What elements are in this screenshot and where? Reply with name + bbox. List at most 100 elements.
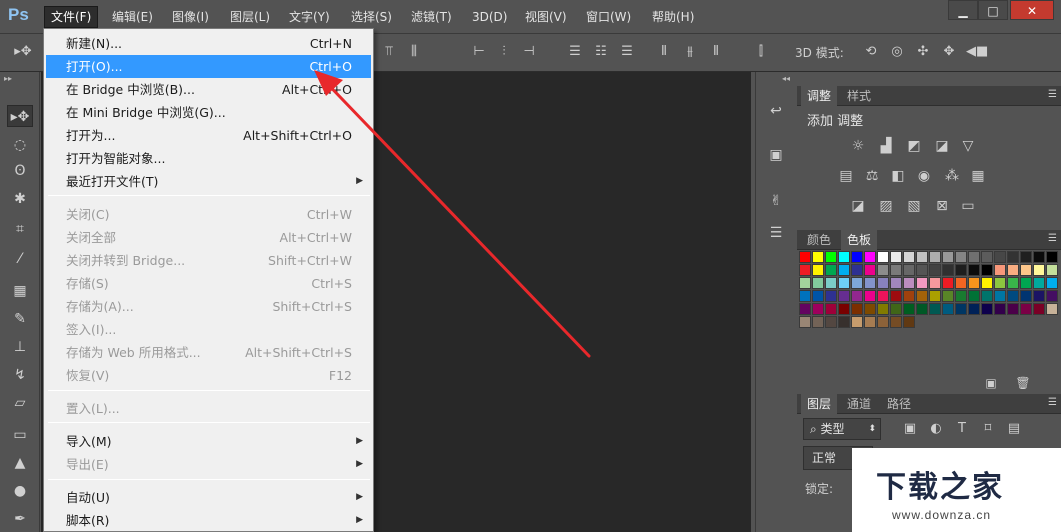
file-menu-item[interactable]: 存储为(A)... Shift+Ctrl+S [46,295,371,318]
file-menu-item[interactable]: 置入(L)... [46,397,371,420]
menu-select[interactable]: 选择(S) [345,6,398,28]
color-swatch[interactable] [955,303,967,315]
tab-channels[interactable]: 通道 [841,394,877,414]
file-menu-item[interactable]: 恢复(V) F12 [46,364,371,387]
menu-layer[interactable]: 图层(L) [224,6,276,28]
color-swatch[interactable] [981,264,993,276]
color-swatch[interactable] [864,290,876,302]
color-swatch[interactable] [929,277,941,289]
color-swatch[interactable] [968,264,980,276]
3d-rotate-icon[interactable]: ⟲ [862,43,880,61]
menu-help[interactable]: 帮助(H) [646,6,700,28]
color-swatch[interactable] [1020,264,1032,276]
collapse-dock-icon[interactable]: ◂◂ [782,74,790,83]
pen-tool-icon[interactable]: ✒ [7,508,33,530]
panel-menu-icon[interactable]: ☰ [1048,397,1057,408]
distribute-hcenter-icon[interactable]: ⫵ [681,43,699,61]
file-menu-item[interactable]: 关闭(C) Ctrl+W [46,203,371,226]
file-menu-item[interactable]: 导入(M) ▶ [46,430,371,453]
color-swatch[interactable] [838,316,850,328]
align-hcenter-icon[interactable]: ⫶ [495,43,513,61]
color-swatch[interactable] [851,251,863,263]
color-lookup-icon[interactable]: ▦ [967,166,989,186]
marquee-tool-icon[interactable]: ◌ [7,134,33,156]
color-swatch[interactable] [1033,251,1045,263]
pixel-filter-icon[interactable]: ▣ [901,420,919,438]
color-swatch[interactable] [825,251,837,263]
color-swatch[interactable] [877,277,889,289]
color-swatch[interactable] [916,290,928,302]
color-swatch[interactable] [799,290,811,302]
dodge-tool-icon[interactable]: ● [7,480,33,502]
color-swatch[interactable] [1020,290,1032,302]
color-swatch[interactable] [825,264,837,276]
distribute-bottom-icon[interactable]: ☰ [618,43,636,61]
clone-stamp-tool-icon[interactable]: ⊥ [7,336,33,358]
menu-edit[interactable]: 编辑(E) [106,6,159,28]
color-swatch[interactable] [851,303,863,315]
color-swatch[interactable] [929,251,941,263]
exposure-icon[interactable]: ◪ [931,136,953,156]
crop-tool-icon[interactable]: ⌗ [7,218,33,240]
align-vcenter-icon[interactable]: ⫼ [405,43,423,61]
color-swatch[interactable] [838,277,850,289]
color-swatch[interactable] [851,316,863,328]
file-menu-item[interactable]: 关闭全部 Alt+Ctrl+W [46,226,371,249]
channel-mixer-icon[interactable]: ⁂ [941,166,963,186]
selective-color-icon[interactable]: ⊠ [931,196,953,216]
color-swatch[interactable] [877,316,889,328]
color-swatch[interactable] [825,277,837,289]
eyedropper-tool-icon[interactable]: ⁄ [7,248,33,270]
menu-filter[interactable]: 滤镜(T) [405,6,458,28]
color-swatch[interactable] [864,316,876,328]
invert-icon[interactable]: ◪ [847,196,869,216]
color-swatch[interactable] [1046,303,1058,315]
color-swatch[interactable] [890,303,902,315]
tab-swatches[interactable]: 色板 [841,230,878,250]
color-swatch[interactable] [812,316,824,328]
color-swatch[interactable] [890,277,902,289]
menu-view[interactable]: 视图(V) [519,6,573,28]
color-swatch[interactable] [955,264,967,276]
3d-drag-icon[interactable]: ✣ [914,43,932,61]
color-swatch[interactable] [981,290,993,302]
color-swatch[interactable] [1033,277,1045,289]
move-tool-preset-icon[interactable]: ▸✥ [14,43,32,61]
color-swatch[interactable] [1007,264,1019,276]
menu-file[interactable]: 文件(F) [44,6,99,28]
color-swatch[interactable] [799,251,811,263]
blur-tool-icon[interactable]: ▲ [7,452,33,474]
align-top-icon[interactable]: ⫪ [380,43,398,61]
color-swatch[interactable] [890,251,902,263]
tab-adjustments[interactable]: 调整 [801,86,838,106]
adjustment-filter-icon[interactable]: ◐ [927,420,945,438]
color-swatch[interactable] [968,290,980,302]
color-swatch[interactable] [825,316,837,328]
color-swatch[interactable] [838,251,850,263]
lasso-tool-icon[interactable]: ʘ [7,160,33,182]
tab-color[interactable]: 颜色 [801,230,837,250]
color-swatch[interactable] [877,264,889,276]
color-swatch[interactable] [1033,264,1045,276]
color-swatch[interactable] [903,264,915,276]
color-swatch[interactable] [1046,290,1058,302]
color-swatch[interactable] [1020,251,1032,263]
color-swatch[interactable] [968,303,980,315]
menu-window[interactable]: 窗口(W) [580,6,637,28]
move-tool-icon[interactable]: ▸✥ [7,105,33,127]
color-swatch[interactable] [812,251,824,263]
color-swatch[interactable] [1033,290,1045,302]
color-swatch[interactable] [890,316,902,328]
color-swatch[interactable] [916,264,928,276]
color-swatch[interactable] [864,264,876,276]
menu-image[interactable]: 图像(I) [166,6,215,28]
color-swatch[interactable] [994,303,1006,315]
color-swatch[interactable] [890,290,902,302]
color-swatch[interactable] [838,290,850,302]
curves-icon[interactable]: ◩ [903,136,925,156]
color-swatch[interactable] [1007,251,1019,263]
color-swatch[interactable] [851,264,863,276]
color-swatch[interactable] [981,251,993,263]
color-swatch[interactable] [864,277,876,289]
color-swatch[interactable] [851,290,863,302]
